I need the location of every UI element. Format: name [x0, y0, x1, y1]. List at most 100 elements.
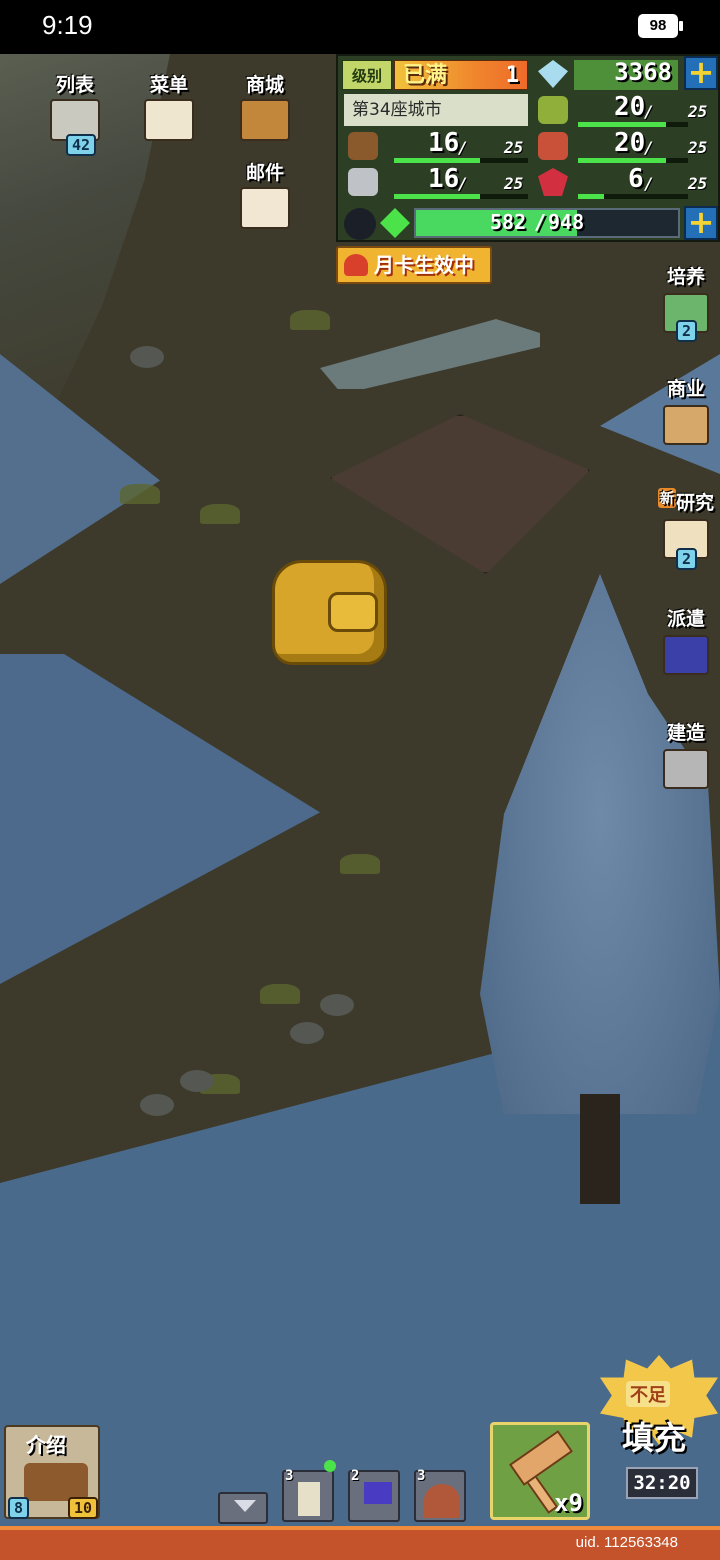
clock: 9:19 [42, 10, 93, 40]
food-basket-icon [538, 132, 568, 160]
research-button[interactable]: 新研究 2 [656, 488, 716, 570]
ore-cap: 25 [504, 174, 524, 193]
buy-gems-button[interactable]: + [684, 56, 718, 90]
hammer-icon [663, 749, 709, 789]
collapse-toggle[interactable] [218, 1492, 268, 1524]
exp-bar [414, 208, 680, 238]
city-name: 第34座城市 [344, 94, 528, 126]
mail-button[interactable]: 邮件 [230, 158, 300, 229]
refill-button[interactable]: 不足 填充 32:20 [600, 1355, 718, 1515]
ruby-bar-fill [578, 194, 605, 199]
dispatch-label: 派遣 [666, 608, 705, 630]
research-label-wrap: 新研究 [656, 488, 716, 515]
menu-label: 菜单 [149, 74, 188, 96]
level-status: 已满 [403, 63, 448, 88]
intro-badge-right: 10 [68, 1497, 99, 1519]
month-card-label: 月卡生效中 [374, 253, 474, 277]
exp-cap: 948 [548, 210, 585, 234]
level-label: 级别 [342, 60, 392, 90]
rock [130, 346, 164, 368]
intro-label: 介绍 [26, 1433, 66, 1457]
level-number: 1 [505, 63, 519, 88]
grass-tuft [120, 484, 160, 504]
research-badge: 2 [676, 548, 698, 570]
grass-tuft [340, 854, 380, 874]
resource-panel: 级别 已满 1 3368 + 第34座城市 20 / 25 16 / 25 20… [336, 54, 720, 242]
rock [290, 1022, 324, 1044]
pavilion-building[interactable] [330, 414, 590, 574]
ore-icon [348, 168, 378, 196]
ruby-bar [578, 194, 688, 199]
battery-icon: 98 [638, 14, 683, 38]
ruby-value: 6 [628, 164, 644, 194]
flag-icon [663, 635, 709, 675]
list-label: 列表 [55, 74, 94, 96]
queue-slot-tower[interactable]: 3 [282, 1460, 336, 1522]
battery-level: 98 [649, 17, 667, 34]
food-bar-fill [578, 158, 666, 163]
shop-house-icon [663, 405, 709, 445]
business-label: 商业 [666, 378, 705, 400]
list-count-badge: 42 [66, 134, 97, 156]
bottom-bar: uid. 112563348 [0, 1526, 720, 1560]
status-dot [324, 1460, 336, 1472]
rock [320, 994, 354, 1016]
slot-count: 3 [285, 1468, 294, 1484]
hammer-boost-button[interactable]: x9 [490, 1422, 590, 1520]
list-button[interactable]: 列表 42 [40, 70, 110, 156]
refill-tag: 不足 [626, 1381, 670, 1407]
signboard-icon [144, 99, 194, 141]
backpack-pocket [328, 592, 378, 632]
slot-count: 2 [351, 1468, 360, 1484]
build-button[interactable]: 建造 [656, 718, 716, 789]
envelope-icon [240, 187, 290, 229]
queue-slot-flag[interactable]: 2 [348, 1468, 400, 1522]
rock [180, 1070, 214, 1092]
ruby-icon [538, 168, 568, 196]
flag-icon [364, 1482, 392, 1504]
pavilion-roof [320, 319, 540, 389]
train-button[interactable]: 培养 2 [656, 262, 716, 342]
crop-bar-fill [578, 122, 666, 127]
buy-exp-button[interactable]: + [684, 206, 718, 240]
exp-value: 582 [490, 210, 527, 234]
golden-backpack-item[interactable] [262, 552, 392, 667]
new-tag: 新 [657, 488, 676, 508]
ship-icon [24, 1463, 88, 1501]
queue-slot-cave[interactable]: 3 [414, 1468, 466, 1522]
snow-patch [0, 654, 320, 984]
gem-count: 3368 [614, 58, 672, 86]
menu-button[interactable]: 菜单 [134, 70, 204, 141]
wood-log-icon [348, 132, 378, 160]
intro-button[interactable]: 介绍 8 10 [4, 1425, 100, 1519]
exp-gem-icon [380, 208, 410, 238]
snow-patch [0, 354, 160, 584]
wood-bar [394, 158, 528, 163]
business-button[interactable]: 商业 [656, 374, 716, 445]
ruby-cap: 25 [688, 174, 708, 193]
research-label: 研究 [675, 492, 714, 514]
dispatch-button[interactable]: 派遣 [656, 604, 716, 675]
crop-cap: 25 [688, 102, 708, 121]
build-label: 建造 [666, 722, 705, 744]
grass-tuft [260, 984, 300, 1004]
food-value: 20 [614, 128, 646, 158]
crop-value: 20 [614, 92, 646, 122]
level-bar: 已满 1 [394, 60, 528, 90]
ore-value: 16 [428, 164, 460, 194]
cave-icon [424, 1484, 460, 1518]
user-id: uid. 112563348 [575, 1534, 678, 1551]
shop-button[interactable]: 商城 [230, 70, 300, 141]
refill-timer: 32:20 [626, 1467, 698, 1499]
crop-icon [538, 96, 568, 124]
food-bar [578, 158, 688, 163]
mail-label: 邮件 [245, 162, 284, 184]
grass-tuft [200, 504, 240, 524]
intro-badge-left: 8 [8, 1497, 30, 1519]
month-card-badge[interactable]: 月卡生效中 [336, 246, 492, 284]
train-label: 培养 [666, 266, 705, 288]
treasure-chest-icon [240, 99, 290, 141]
chevron-down-icon [234, 1500, 256, 1512]
shop-label: 商城 [245, 74, 284, 96]
status-bar: 9:19 98 [0, 0, 720, 54]
